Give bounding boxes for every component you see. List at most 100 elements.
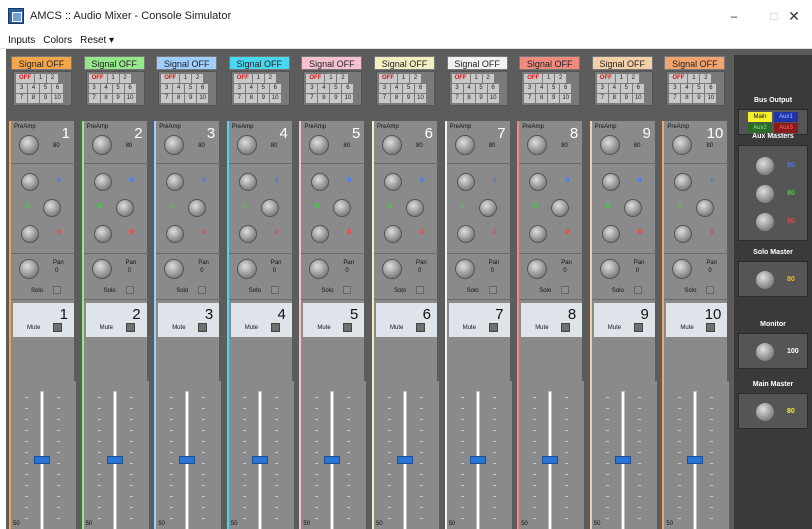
aux2-send-knob[interactable] [260,199,279,217]
signal-button[interactable]: Signal OFF [446,56,508,70]
selector-cell[interactable]: 6 [487,84,499,93]
fader-thumb[interactable] [251,456,268,464]
selector-cell[interactable]: 8 [245,94,257,103]
aux1-send-knob[interactable] [601,173,620,191]
signal-button[interactable]: Signal OFF [301,56,363,70]
selector-cell[interactable]: 10 [560,94,572,103]
selector-cell[interactable]: OFF [596,74,615,83]
preamp-knob[interactable] [672,135,693,155]
selector-cell[interactable]: 6 [342,84,354,93]
close-button[interactable]: ✕ [776,0,812,32]
selector-cell[interactable]: 4 [245,84,257,93]
selector-cell[interactable]: 8 [608,94,620,103]
pan-knob[interactable] [382,259,402,279]
selector-cell[interactable]: 2 [192,74,204,83]
minimize-button[interactable]: – [714,0,754,32]
bus-aux3-button[interactable]: Aux3 [774,123,798,133]
selector-cell[interactable]: 9 [693,94,705,103]
selector-cell[interactable]: OFF [379,74,397,83]
aux2-send-knob[interactable] [333,199,352,217]
selector-cell[interactable]: OFF [306,74,325,83]
aux2-send-knob[interactable] [478,199,497,217]
fader-thumb[interactable] [179,456,196,464]
selector-cell[interactable]: 1 [180,74,192,83]
signal-button[interactable]: Signal OFF [83,56,145,70]
mute-checkbox[interactable] [416,323,425,332]
selector-cell[interactable]: 1 [107,74,119,83]
solo-checkbox[interactable] [53,286,61,294]
selector-cell[interactable]: 2 [555,74,567,83]
mute-checkbox[interactable] [270,323,280,332]
selector-cell[interactable]: 2 [119,74,131,83]
mute-checkbox[interactable] [198,323,208,332]
solo-checkbox[interactable] [633,286,642,294]
signal-button[interactable]: Signal OFF [228,56,290,70]
signal-button[interactable]: Signal OFF [374,56,435,70]
selector-cell[interactable]: 4 [536,84,548,93]
bus-aux1-button[interactable]: Aux1 [774,112,798,122]
aux3-send-knob[interactable] [674,225,693,243]
aux3-send-knob[interactable] [93,225,112,243]
selector-cell[interactable]: 3 [669,84,681,93]
selector-cell[interactable]: 3 [596,84,608,93]
selector-cell[interactable]: 6 [269,84,281,93]
menu-reset[interactable]: Reset ▾ [80,35,114,46]
selector-cell[interactable]: 5 [620,84,632,93]
aux3-send-knob[interactable] [238,225,257,243]
selector-cell[interactable]: 7 [306,94,318,103]
fader-thumb[interactable] [106,456,123,464]
selector-cell[interactable]: 6 [197,84,209,93]
selector-cell[interactable]: 8 [391,94,402,103]
selector-cell[interactable]: OFF [16,74,34,83]
selector-cell[interactable]: 7 [379,94,390,103]
mute-checkbox[interactable] [343,323,353,332]
aux1-send-knob[interactable] [674,173,693,191]
selector-cell[interactable]: 4 [173,84,185,93]
preamp-knob[interactable] [527,135,548,155]
bus-aux2-button[interactable]: Aux2 [748,123,772,133]
menu-colors[interactable]: Colors [43,35,72,46]
signal-button[interactable]: Signal OFF [11,56,72,70]
selector-cell[interactable]: 1 [252,74,264,83]
selector-cell[interactable]: 9 [185,94,197,103]
mute-checkbox[interactable] [488,323,498,332]
selector-cell[interactable]: 10 [124,94,136,103]
aux1-send-knob[interactable] [456,173,475,191]
solo-checkbox[interactable] [343,286,352,294]
aux1-send-knob[interactable] [384,173,402,191]
aux3-send-knob[interactable] [456,225,475,243]
selector-cell[interactable]: 3 [88,84,100,93]
pan-knob[interactable] [19,259,39,279]
pan-knob[interactable] [164,259,185,279]
selector-cell[interactable]: 9 [403,94,414,103]
signal-button[interactable]: Signal OFF [591,56,653,70]
selector-cell[interactable]: OFF [524,74,543,83]
selector-cell[interactable]: 10 [269,94,281,103]
aux1-send-knob[interactable] [93,173,112,191]
selector-cell[interactable]: 5 [330,84,342,93]
selector-cell[interactable]: 10 [705,94,717,103]
aux3-send-knob[interactable] [21,225,39,243]
selector-cell[interactable]: OFF [88,74,107,83]
mute-checkbox[interactable] [633,323,643,332]
selector-cell[interactable]: 8 [318,94,330,103]
solo-checkbox[interactable] [561,286,570,294]
selector-cell[interactable]: 7 [669,94,681,103]
selector-cell[interactable]: 1 [615,74,627,83]
selector-cell[interactable]: 10 [342,94,354,103]
selector-cell[interactable]: 6 [415,84,426,93]
aux1-send-knob[interactable] [529,173,548,191]
aux3-send-knob[interactable] [601,225,620,243]
selector-cell[interactable]: 5 [548,84,560,93]
solo-checkbox[interactable] [416,286,424,294]
selector-cell[interactable]: 4 [463,84,475,93]
selector-cell[interactable]: 4 [100,84,112,93]
selector-cell[interactable]: 3 [379,84,390,93]
selector-cell[interactable]: 9 [40,94,51,103]
signal-button[interactable]: Signal OFF [519,56,581,70]
selector-cell[interactable]: OFF [451,74,470,83]
selector-cell[interactable]: 10 [197,94,209,103]
aux2-send-knob[interactable] [696,199,715,217]
selector-cell[interactable]: 5 [475,84,487,93]
aux1-send-knob[interactable] [166,173,185,191]
